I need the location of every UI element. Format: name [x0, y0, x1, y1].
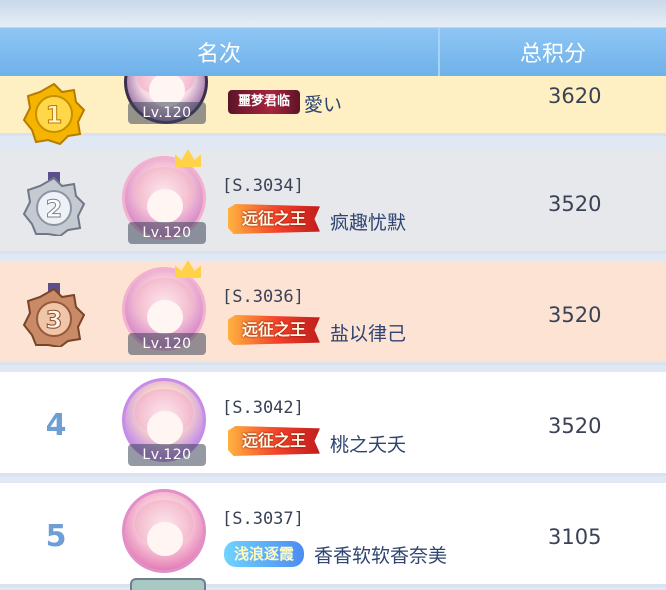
- player-title-badge: 噩梦君临: [228, 90, 300, 114]
- leaderboard-header: 名次 总积分: [0, 28, 666, 76]
- leaderboard-row-1[interactable]: 1 Lv.120 噩梦君临 愛い 3620: [0, 76, 666, 146]
- level-badge: Lv.120: [128, 222, 206, 244]
- player-title-badge: 远征之王: [228, 315, 320, 345]
- player-score: 3105: [548, 525, 602, 549]
- player-name[interactable]: 盐以律己: [330, 319, 406, 346]
- bronze-medal-icon: 3: [22, 283, 86, 347]
- server-id: [S.3037]: [222, 509, 304, 529]
- player-score: 3520: [548, 414, 602, 438]
- player-title-badge: 远征之王: [228, 426, 320, 456]
- leaderboard-row-3[interactable]: 3 Lv.120 [S.3036] 远征之王 盐以律己 3520: [0, 260, 666, 365]
- medal-rank-number: 1: [46, 101, 63, 129]
- gold-medal-icon: 1: [22, 82, 86, 146]
- score-column-header: 总积分: [519, 42, 586, 67]
- server-id: [S.3034]: [222, 176, 304, 196]
- level-badge: Lv.120: [128, 333, 206, 355]
- player-name[interactable]: 疯趣忧默: [330, 208, 406, 235]
- player-name[interactable]: 香香软软香奈美: [314, 541, 447, 568]
- player-avatar[interactable]: [122, 489, 206, 573]
- rank-number: 4: [45, 408, 67, 443]
- avatar-face: [147, 522, 183, 556]
- crown-icon: [175, 149, 201, 167]
- level-badge: Lv.120: [128, 444, 206, 466]
- player-score: 3620: [548, 84, 602, 108]
- player-title-badge: 远征之王: [228, 204, 320, 234]
- crown-icon: [175, 260, 201, 278]
- rank-column-header: 名次: [196, 42, 241, 67]
- player-name[interactable]: 桃之夭夭: [330, 430, 406, 457]
- medal-rank-number: 3: [46, 306, 63, 334]
- player-title-badge: 浅浪逐霞: [224, 541, 304, 567]
- next-row-avatar-frame: [130, 578, 206, 590]
- leaderboard-list[interactable]: 1 Lv.120 噩梦君临 愛い 3620 2 Lv.120 [S.3034] …: [0, 76, 666, 590]
- leaderboard-row-2[interactable]: 2 Lv.120 [S.3034] 远征之王 疯趣忧默 3520: [0, 149, 666, 254]
- player-name[interactable]: 愛い: [304, 90, 342, 117]
- silver-medal-icon: 2: [22, 172, 86, 236]
- server-id: [S.3042]: [222, 398, 304, 418]
- player-score: 3520: [548, 192, 602, 216]
- level-badge: Lv.120: [128, 102, 206, 124]
- player-score: 3520: [548, 303, 602, 327]
- medal-rank-number: 2: [46, 195, 63, 223]
- avatar-face: [147, 300, 183, 334]
- rank-number: 5: [45, 519, 67, 554]
- leaderboard-row-4[interactable]: 4 Lv.120 [S.3042] 远征之王 桃之夭夭 3520: [0, 372, 666, 476]
- leaderboard-row-5[interactable]: 5 [S.3037] 浅浪逐霞 香香软软香奈美 3105: [0, 483, 666, 587]
- avatar-face: [147, 189, 183, 223]
- avatar-face: [147, 411, 183, 445]
- server-id: [S.3036]: [222, 287, 304, 307]
- top-strip: [0, 0, 666, 28]
